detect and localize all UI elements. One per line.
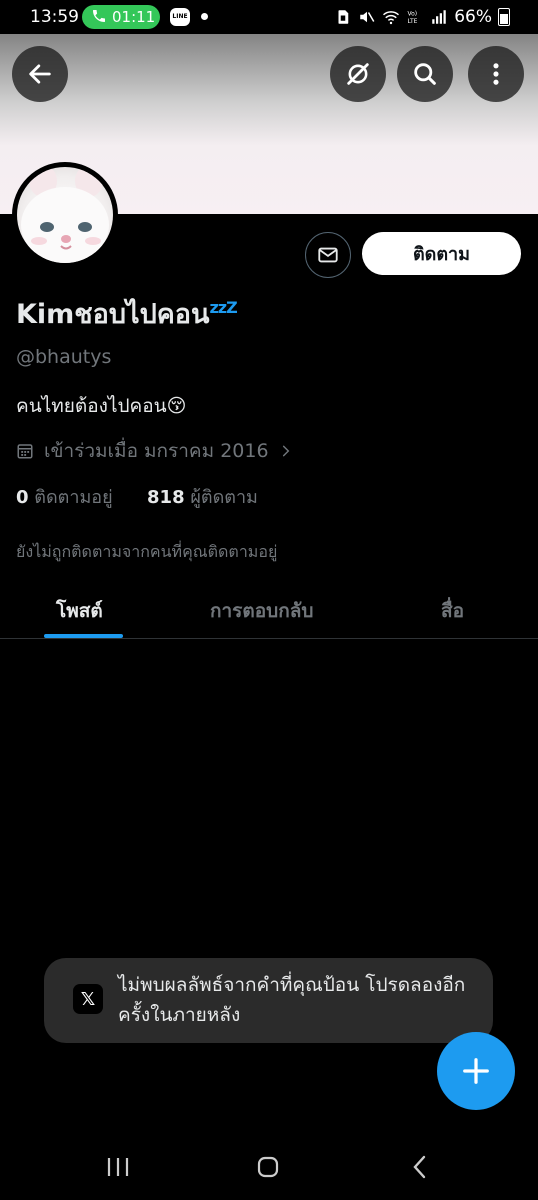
home-icon: [257, 1156, 279, 1178]
more-vertical-icon: [493, 63, 499, 85]
x-logo-icon: 𝕏: [73, 984, 103, 1014]
avatar[interactable]: [12, 162, 118, 268]
back-icon: [413, 1155, 426, 1179]
calendar-icon: [17, 444, 33, 459]
home-button[interactable]: [248, 1152, 288, 1182]
display-name-text: Kimชอบไปคอน: [16, 299, 210, 330]
chevron-right-icon: [282, 445, 289, 457]
profile-bio: คนไทยต้องไปคอน😚: [16, 395, 187, 417]
wifi-icon: [383, 11, 400, 25]
not-followed-note: ยังไม่ถูกติดตามจากคนที่คุณติดตามอยู่: [16, 542, 278, 561]
envelope-icon: [318, 247, 338, 263]
compose-button[interactable]: [437, 1032, 515, 1110]
line-app-icon: LINE: [170, 8, 190, 26]
tab-media[interactable]: สื่อ: [441, 596, 464, 626]
signal-icon: [432, 10, 446, 24]
follow-button[interactable]: ติดตาม: [362, 232, 521, 275]
svg-text:Vo): Vo): [408, 11, 418, 18]
system-nav-bar: [0, 1130, 538, 1200]
search-button[interactable]: [397, 46, 453, 102]
tab-posts[interactable]: โพสต์: [56, 596, 103, 626]
grok-button[interactable]: [330, 46, 386, 102]
followers-label: ผู้ติดตาม: [190, 487, 258, 508]
search-icon: [414, 63, 436, 85]
tab-replies[interactable]: การตอบกลับ: [210, 596, 313, 626]
toast-notification: 𝕏 ไม่พบผลลัพธ์จากคำที่คุณป้อน โปรดลองอีก…: [44, 958, 493, 1043]
display-name: KimชอบไปคอนzzZ: [16, 292, 238, 335]
notification-dot: [201, 13, 208, 20]
ongoing-call-pill[interactable]: 01:11: [82, 5, 160, 29]
joined-text: เข้าร่วมเมื่อ มกราคม 2016: [44, 440, 269, 462]
grok-icon: [347, 63, 369, 85]
call-duration: 01:11: [112, 8, 156, 26]
volte-lte-icon: Vo)LTE: [408, 11, 418, 26]
following-label: ติดตามอยู่: [34, 487, 113, 508]
profile-handle: @bhautys: [16, 346, 112, 368]
phone-icon: [93, 10, 105, 22]
zzz-emoji: zzZ: [209, 298, 237, 317]
nav-back-button[interactable]: [400, 1152, 440, 1182]
follow-stats: 0 ติดตามอยู่ 818 ผู้ติดตาม: [16, 482, 258, 511]
joined-date-row[interactable]: เข้าร่วมเมื่อ มกราคม 2016: [16, 436, 293, 466]
toast-message: ไม่พบผลลัพธ์จากคำที่คุณป้อน โปรดลองอีกคร…: [118, 974, 466, 1026]
avatar-image: [17, 167, 113, 263]
battery-icon: [498, 8, 510, 26]
cat-photo: [21, 167, 109, 263]
mute-icon: [360, 11, 375, 23]
profile-tabs: โพสต์ การตอบกลับ สื่อ: [0, 580, 538, 639]
back-button[interactable]: [12, 46, 68, 102]
recents-button[interactable]: [98, 1152, 138, 1182]
battery-percent: 66%: [454, 7, 492, 27]
recents-icon: [107, 1158, 129, 1176]
svg-text:LTE: LTE: [408, 18, 418, 25]
plus-icon: [463, 1058, 489, 1084]
followers-count: 818: [147, 487, 185, 508]
arrow-left-icon: [29, 64, 51, 84]
following-count: 0: [16, 487, 29, 508]
message-button[interactable]: [305, 232, 351, 278]
status-bar: 13:59 01:11 LINE Vo) LTE 66%: [0, 0, 538, 34]
following-link[interactable]: 0 ติดตามอยู่: [16, 487, 113, 508]
followers-link[interactable]: 818 ผู้ติดตาม: [147, 487, 258, 508]
sim-icon: [338, 10, 349, 24]
status-time: 13:59: [30, 7, 79, 27]
more-button[interactable]: [468, 46, 524, 102]
active-tab-indicator: [44, 634, 123, 638]
